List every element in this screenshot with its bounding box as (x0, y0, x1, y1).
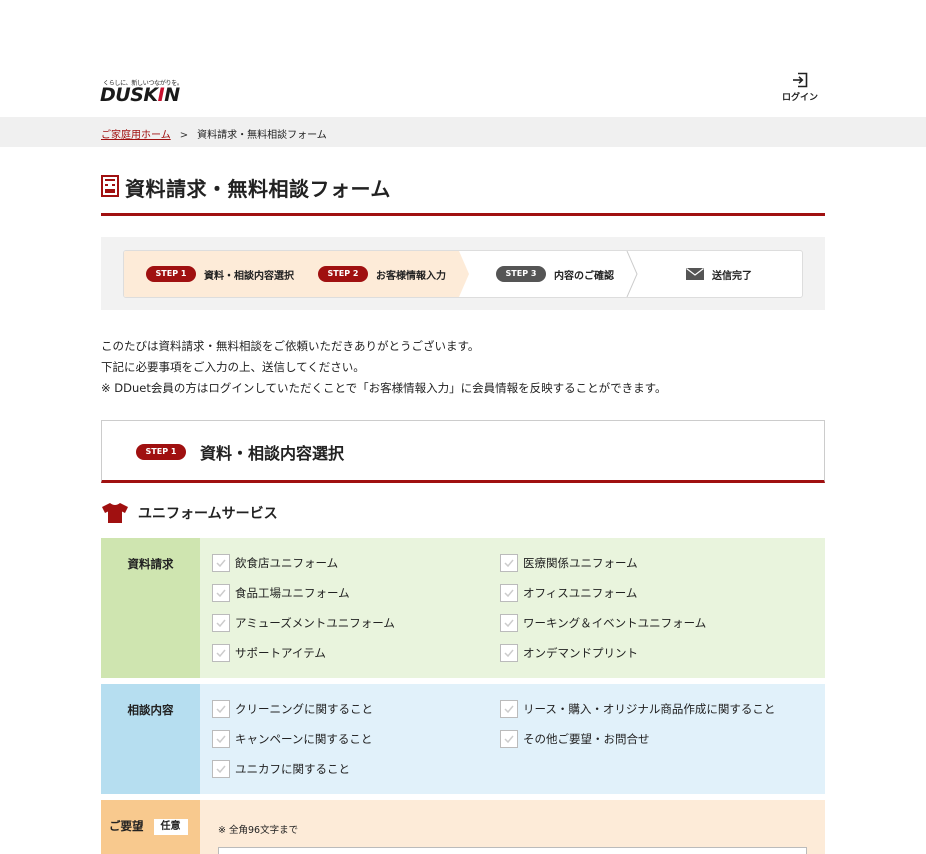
checkbox-support-item[interactable]: サポートアイテム (212, 644, 326, 662)
checkbox-unicuff[interactable]: ユニカフに関すること (212, 760, 350, 778)
consultation-row: 相談内容 クリーニングに関すること リース・購入・オリジナル商品作成に関すること… (101, 684, 825, 794)
consultation-options: クリーニングに関すること リース・購入・オリジナル商品作成に関すること キャンペ… (200, 684, 825, 794)
material-request-options: 飲食店ユニフォーム 医療関係ユニフォーム 食品工場ユニフォーム オフィスユニフォ… (200, 538, 825, 678)
checkbox-box[interactable] (212, 584, 230, 602)
breadcrumb-home-link[interactable]: ご家庭用ホーム (101, 130, 171, 141)
step-4-label: 送信完了 (712, 270, 752, 282)
check-icon (216, 589, 226, 597)
intro-text: このたびは資料請求・無料相談をご依頼いただきありがとうございます。 下記に必要事… (101, 336, 667, 399)
page-title-block: 資料請求・無料相談フォーム (101, 172, 825, 216)
checkbox-working-event-uniform[interactable]: ワーキング＆イベントユニフォーム (500, 614, 706, 632)
step-indicator: STEP 1 資料・相談内容選択 STEP 2 お客様情報入力 STEP 3 内… (101, 237, 825, 310)
checkbox-box[interactable] (500, 584, 518, 602)
step-3-pill: STEP 3 (496, 266, 546, 282)
request-label-cell: ご要望 任意 (101, 800, 200, 854)
document-icon (101, 175, 119, 197)
checkbox-box[interactable] (500, 644, 518, 662)
logo-wordmark: DUSKIN (100, 84, 180, 106)
step-divider (626, 251, 638, 297)
intro-line-3: ※ DDuet会員の方はログインしていただくことで「お客様情報入力」に会員情報を… (101, 381, 667, 395)
checkbox-box[interactable] (212, 700, 230, 718)
check-icon (504, 559, 514, 567)
check-icon (216, 559, 226, 567)
step-4: 送信完了 (686, 266, 752, 282)
checkbox-box[interactable] (500, 614, 518, 632)
step-2-pill: STEP 2 (318, 266, 368, 282)
checkbox-box[interactable] (212, 644, 230, 662)
intro-line-2: 下記に必要事項をご入力の上、送信してください。 (101, 360, 365, 374)
checkbox-cleaning[interactable]: クリーニングに関すること (212, 700, 373, 718)
checkbox-box[interactable] (212, 760, 230, 778)
site-header: くらしに、新しいつながりを。 DUSKIN ログイン (0, 0, 926, 117)
login-icon (793, 72, 808, 88)
checkbox-box[interactable] (500, 700, 518, 718)
login-button[interactable]: ログイン (778, 72, 822, 106)
request-row: ご要望 任意 ※ 全角96文字まで (101, 800, 825, 854)
checkbox-office-uniform[interactable]: オフィスユニフォーム (500, 584, 637, 602)
checkbox-box[interactable] (500, 554, 518, 572)
check-icon (216, 705, 226, 713)
section-title: 資料・相談内容選択 (200, 444, 345, 463)
mail-icon (686, 268, 704, 280)
request-label: ご要望 (109, 819, 144, 833)
checkbox-on-demand-print[interactable]: オンデマンドプリント (500, 644, 638, 662)
checkbox-lease-purchase-original[interactable]: リース・購入・オリジナル商品作成に関すること (500, 700, 775, 718)
breadcrumb-bar: ご家庭用ホーム > 資料請求・無料相談フォーム (0, 117, 926, 147)
check-icon (216, 735, 226, 743)
step-3-label: 内容のご確認 (554, 270, 614, 282)
material-request-row: 資料請求 飲食店ユニフォーム 医療関係ユニフォーム 食品工場ユニフォーム オフィ… (101, 538, 825, 678)
material-request-label: 資料請求 (101, 538, 200, 678)
request-char-limit-note: ※ 全角96文字まで (218, 825, 299, 836)
duskin-logo[interactable]: くらしに、新しいつながりを。 DUSKIN (100, 78, 183, 106)
section-step-pill: STEP 1 (136, 444, 186, 460)
checkbox-box[interactable] (212, 730, 230, 748)
checkbox-box[interactable] (212, 614, 230, 632)
check-icon (504, 735, 514, 743)
checkbox-food-factory-uniform[interactable]: 食品工場ユニフォーム (212, 584, 350, 602)
step-1-pill: STEP 1 (146, 266, 196, 282)
breadcrumb-current: 資料請求・無料相談フォーム (197, 130, 327, 141)
check-icon (504, 589, 514, 597)
checkbox-box[interactable] (500, 730, 518, 748)
step-2: STEP 2 お客様情報入力 (318, 266, 446, 282)
check-icon (504, 705, 514, 713)
step-3: STEP 3 内容のご確認 (496, 266, 614, 282)
step-1: STEP 1 資料・相談内容選択 (146, 266, 294, 282)
breadcrumb-separator: > (179, 130, 189, 141)
check-icon (216, 619, 226, 627)
section-header: STEP 1 資料・相談内容選択 (101, 420, 825, 483)
login-label: ログイン (781, 93, 818, 103)
checkbox-campaign[interactable]: キャンペーンに関すること (212, 730, 372, 748)
optional-badge: 任意 (153, 819, 188, 835)
request-textarea[interactable] (218, 847, 807, 854)
shirt-icon (102, 503, 128, 523)
check-icon (504, 619, 514, 627)
checkbox-medical-uniform[interactable]: 医療関係ユニフォーム (500, 554, 638, 572)
step-2-label: お客様情報入力 (376, 270, 446, 282)
consultation-label: 相談内容 (101, 684, 200, 794)
check-icon (504, 649, 514, 657)
check-icon (216, 649, 226, 657)
checkbox-amusement-uniform[interactable]: アミューズメントユニフォーム (212, 614, 395, 632)
service-title: ユニフォームサービス (138, 506, 278, 522)
step-1-label: 資料・相談内容選択 (204, 270, 294, 282)
page-title: 資料請求・無料相談フォーム (125, 177, 391, 201)
check-icon (216, 765, 226, 773)
intro-line-1: このたびは資料請求・無料相談をご依頼いただきありがとうございます。 (101, 339, 480, 353)
checkbox-restaurant-uniform[interactable]: 飲食店ユニフォーム (212, 554, 338, 572)
step-bar: STEP 1 資料・相談内容選択 STEP 2 お客様情報入力 STEP 3 内… (123, 250, 803, 298)
steps-completed-arrow (459, 251, 469, 297)
request-input-cell: ※ 全角96文字まで (200, 800, 825, 854)
checkbox-other-requests[interactable]: その他ご要望・お問合せ (500, 730, 650, 748)
breadcrumb: ご家庭用ホーム > 資料請求・無料相談フォーム (101, 126, 327, 141)
checkbox-box[interactable] (212, 554, 230, 572)
